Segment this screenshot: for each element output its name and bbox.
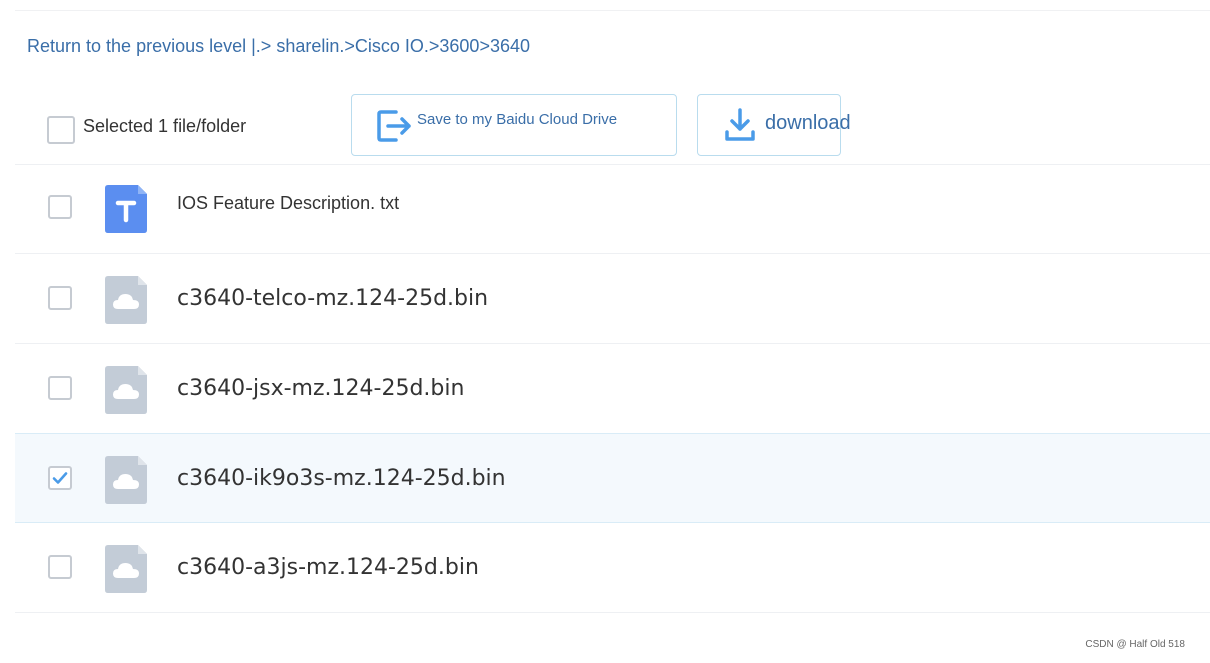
file-row[interactable]: c3640-jsx-mz.124-25d.bin xyxy=(15,343,1210,433)
cloud-file-icon xyxy=(105,545,147,593)
bottom-divider xyxy=(15,612,1210,613)
breadcrumb-separator: |.> xyxy=(246,36,277,56)
save-to-drive-icon xyxy=(377,110,411,142)
watermark: CSDN @ Half Old 518 xyxy=(1085,639,1185,650)
file-checkbox-checked[interactable] xyxy=(48,466,72,490)
file-checkbox[interactable] xyxy=(48,195,72,219)
file-name[interactable]: c3640-ik9o3s-mz.124-25d.bin xyxy=(177,466,506,491)
file-name[interactable]: c3640-telco-mz.124-25d.bin xyxy=(177,286,488,311)
text-file-icon xyxy=(105,185,147,233)
file-checkbox[interactable] xyxy=(48,376,72,400)
checkmark-icon xyxy=(52,472,68,484)
download-button[interactable]: download xyxy=(697,94,851,156)
cloud-file-icon xyxy=(105,366,147,414)
file-row-selected[interactable]: c3640-ik9o3s-mz.124-25d.bin xyxy=(15,433,1210,523)
download-icon xyxy=(725,108,755,141)
back-link[interactable]: Return to the previous level xyxy=(27,36,246,56)
breadcrumb-path[interactable]: sharelin.>Cisco IO.>3600>3640 xyxy=(276,36,530,56)
file-name[interactable]: c3640-jsx-mz.124-25d.bin xyxy=(177,376,464,401)
file-checkbox[interactable] xyxy=(48,286,72,310)
file-name[interactable]: c3640-a3js-mz.124-25d.bin xyxy=(177,555,479,580)
select-all-checkbox[interactable] xyxy=(47,116,75,144)
file-row[interactable]: c3640-telco-mz.124-25d.bin xyxy=(15,253,1210,343)
file-checkbox[interactable] xyxy=(48,555,72,579)
breadcrumb: Return to the previous level |.> shareli… xyxy=(27,36,530,57)
download-label: download xyxy=(765,112,851,134)
save-to-cloud-label: Save to my Baidu Cloud Drive xyxy=(417,111,618,128)
file-row[interactable]: c3640-a3js-mz.124-25d.bin xyxy=(15,523,1210,613)
file-row[interactable]: IOS Feature Description. txt xyxy=(15,164,1210,253)
selection-count: Selected 1 file/folder xyxy=(83,116,247,136)
cloud-file-icon xyxy=(105,276,147,324)
top-divider xyxy=(15,10,1210,11)
save-to-cloud-button[interactable]: Save to my Baidu Cloud Drive xyxy=(351,94,677,156)
file-name[interactable]: IOS Feature Description. txt xyxy=(177,193,399,214)
cloud-file-icon xyxy=(105,456,147,504)
